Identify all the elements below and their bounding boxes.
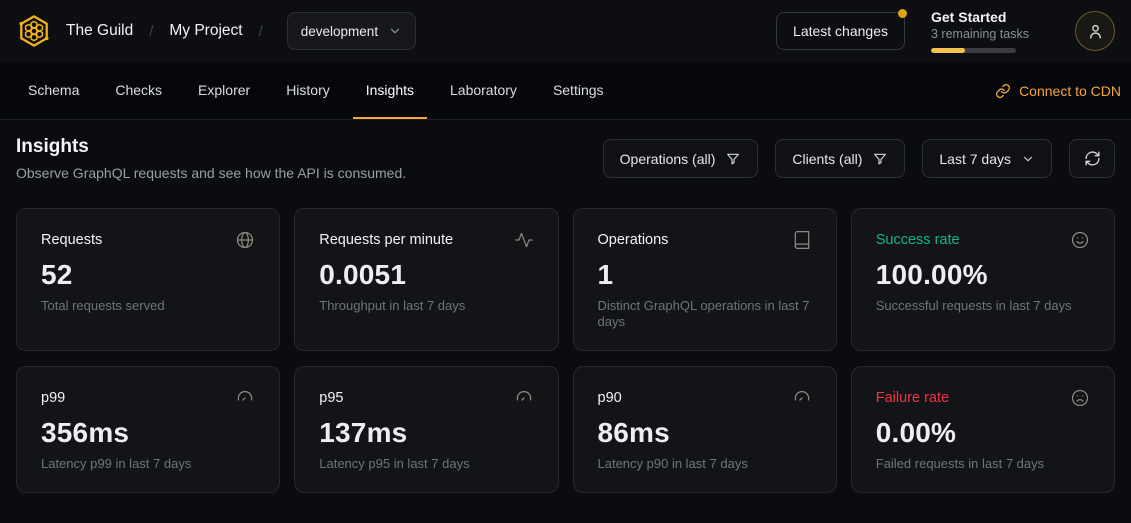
metric-cards-grid: Requests 52 Total requests served Reques… (16, 208, 1115, 493)
metric-value: 86ms (598, 417, 812, 449)
get-started-remaining-tasks: 3 remaining tasks (931, 27, 1049, 41)
refresh-icon (1084, 150, 1101, 167)
link-icon (995, 83, 1011, 99)
frown-icon (1070, 388, 1090, 408)
gauge-icon (792, 388, 812, 408)
get-started-widget[interactable]: Get Started 3 remaining tasks (931, 9, 1049, 53)
metric-card: Operations 1 Distinct GraphQL operations… (573, 208, 837, 351)
chevron-down-icon (388, 24, 402, 38)
metric-card: p95 137ms Latency p95 in last 7 days (294, 366, 558, 493)
metric-value: 1 (598, 259, 812, 291)
get-started-title: Get Started (931, 9, 1049, 25)
chevron-down-icon (1021, 152, 1035, 166)
metric-subtitle: Latency p99 in last 7 days (41, 456, 255, 472)
gauge-icon (235, 388, 255, 408)
clients-filter-button[interactable]: Clients (all) (775, 139, 905, 178)
filter-toolbar: Operations (all) Clients (all) Last 7 da… (603, 139, 1115, 178)
metric-value: 0.00% (876, 417, 1090, 449)
metric-subtitle: Total requests served (41, 298, 255, 314)
page-title: Insights (16, 136, 406, 158)
insights-page: Insights Observe GraphQL requests and se… (0, 120, 1131, 509)
metric-title: p95 (319, 388, 343, 406)
activity-icon (514, 230, 534, 250)
metric-value: 356ms (41, 417, 255, 449)
breadcrumb-separator: / (147, 23, 155, 40)
page-subtitle: Observe GraphQL requests and see how the… (16, 165, 406, 181)
book-icon (792, 230, 812, 250)
metric-subtitle: Failed requests in last 7 days (876, 456, 1090, 472)
top-bar: The Guild / My Project / development Lat… (0, 0, 1131, 62)
metric-title: Requests (41, 230, 102, 248)
breadcrumb-separator: / (257, 23, 265, 40)
filter-funnel-icon (725, 151, 741, 167)
metric-card: Success rate 100.00% Successful requests… (851, 208, 1115, 351)
operations-filter-button[interactable]: Operations (all) (603, 139, 759, 178)
tab-insights[interactable]: Insights (353, 62, 427, 119)
page-heading-block: Insights Observe GraphQL requests and se… (16, 136, 406, 181)
filter-funnel-icon (872, 151, 888, 167)
notification-dot-icon (898, 9, 907, 18)
get-started-progressbar (931, 48, 1016, 53)
metric-card: Failure rate 0.00% Failed requests in la… (851, 366, 1115, 493)
metric-card: Requests per minute 0.0051 Throughput in… (294, 208, 558, 351)
globe-icon (235, 230, 255, 250)
metric-value: 137ms (319, 417, 533, 449)
metric-title: Operations (598, 230, 669, 248)
refresh-button[interactable] (1069, 139, 1115, 178)
smile-icon (1070, 230, 1090, 250)
tab-laboratory[interactable]: Laboratory (437, 62, 530, 119)
date-range-select[interactable]: Last 7 days (922, 139, 1052, 178)
metric-subtitle: Throughput in last 7 days (319, 298, 533, 314)
metric-title: Success rate (876, 230, 960, 248)
metric-subtitle: Distinct GraphQL operations in last 7 da… (598, 298, 812, 331)
metric-title: Requests per minute (319, 230, 453, 248)
metric-card: p99 356ms Latency p99 in last 7 days (16, 366, 280, 493)
latest-changes-button[interactable]: Latest changes (776, 12, 905, 50)
breadcrumb-org[interactable]: The Guild (66, 22, 133, 40)
metric-value: 100.00% (876, 259, 1090, 291)
metric-subtitle: Successful requests in last 7 days (876, 298, 1090, 314)
environment-select-value: development (301, 24, 378, 39)
tab-explorer[interactable]: Explorer (185, 62, 263, 119)
metric-title: p99 (41, 388, 65, 406)
get-started-progress-fill (931, 48, 965, 53)
person-icon (1086, 22, 1105, 41)
gauge-icon (514, 388, 534, 408)
breadcrumb: The Guild / My Project / (66, 22, 265, 40)
tab-settings[interactable]: Settings (540, 62, 617, 119)
environment-select[interactable]: development (287, 12, 416, 50)
nav-tabs: SchemaChecksExplorerHistoryInsightsLabor… (10, 62, 622, 119)
metric-title: Failure rate (876, 388, 949, 406)
connect-to-cdn-link[interactable]: Connect to CDN (995, 62, 1121, 119)
metric-title: p90 (598, 388, 622, 406)
user-avatar[interactable] (1075, 11, 1115, 51)
breadcrumb-project[interactable]: My Project (169, 22, 242, 40)
metric-subtitle: Latency p95 in last 7 days (319, 456, 533, 472)
metric-value: 0.0051 (319, 259, 533, 291)
metric-value: 52 (41, 259, 255, 291)
metric-card: Requests 52 Total requests served (16, 208, 280, 351)
tab-schema[interactable]: Schema (15, 62, 92, 119)
tab-history[interactable]: History (273, 62, 343, 119)
project-nav: SchemaChecksExplorerHistoryInsightsLabor… (0, 62, 1131, 120)
tab-checks[interactable]: Checks (102, 62, 175, 119)
metric-subtitle: Latency p90 in last 7 days (598, 456, 812, 472)
metric-card: p90 86ms Latency p90 in last 7 days (573, 366, 837, 493)
guild-logo-icon[interactable] (16, 13, 52, 49)
